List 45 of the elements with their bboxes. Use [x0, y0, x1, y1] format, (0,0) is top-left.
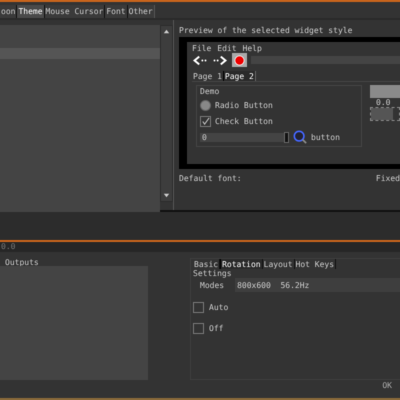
settings-tab[interactable]: Rotation	[220, 259, 263, 269]
checkbox-label: Check Button	[215, 116, 273, 126]
dashed-field[interactable]	[370, 107, 400, 121]
scroll-down-icon[interactable]	[162, 191, 171, 200]
checkbox-label: Off	[209, 324, 224, 333]
settings-tab[interactable]: Mouse Cursor	[44, 5, 106, 18]
settings-tab[interactable]: oon	[0, 5, 18, 18]
settings-tab[interactable]: Layout	[262, 259, 295, 269]
menu-item[interactable]: Help	[242, 44, 262, 53]
settings-tab[interactable]: Font	[104, 5, 128, 18]
radio-label: Radio Button	[215, 100, 273, 110]
ok-button[interactable]: OK	[380, 380, 394, 391]
settings-title: Settings	[193, 269, 233, 278]
settings-tab[interactable]: Basic	[193, 259, 220, 269]
forward-arrow-icon[interactable]	[212, 54, 228, 66]
version-text: 0.0	[1, 242, 16, 251]
preview-caption: Preview of the selected widget style	[179, 26, 354, 36]
group-title: Demo	[200, 87, 220, 95]
checkbox[interactable]	[193, 323, 204, 334]
page-tab[interactable]: Page 2	[222, 71, 256, 81]
spin-handle[interactable]	[284, 132, 289, 142]
settings-tab[interactable]: Hot Keys	[294, 259, 336, 269]
settings-tab[interactable]: Other	[126, 5, 155, 18]
checkbox-label: Auto	[209, 303, 228, 312]
scroll-up-icon[interactable]	[162, 27, 171, 36]
modes-label: Modes	[200, 280, 224, 290]
modes-field[interactable]: 800x600 56.2Hz	[235, 278, 400, 292]
button-label[interactable]: button	[311, 132, 340, 142]
scrollbar[interactable]	[160, 25, 173, 202]
checkbox[interactable]	[200, 116, 211, 126]
menu-item[interactable]: File	[192, 44, 212, 53]
magnifier-icon[interactable]	[293, 130, 307, 144]
menu-item[interactable]: Edit	[217, 44, 237, 53]
radio-button[interactable]	[200, 100, 211, 110]
outputs-label: Outputs	[4, 258, 40, 266]
back-arrow-icon[interactable]	[192, 54, 208, 66]
fixed-font-label: Fixed	[376, 174, 400, 183]
default-font-label: Default font:	[179, 174, 242, 183]
settings-tab[interactable]: Theme	[16, 5, 45, 18]
progress-reading: 0.0	[375, 98, 392, 107]
checkbox[interactable]	[193, 302, 204, 313]
spin-field[interactable]: 0	[200, 132, 284, 142]
record-button[interactable]	[232, 53, 247, 67]
page-tab[interactable]: Page 1	[192, 71, 223, 81]
record-icon	[234, 54, 245, 66]
